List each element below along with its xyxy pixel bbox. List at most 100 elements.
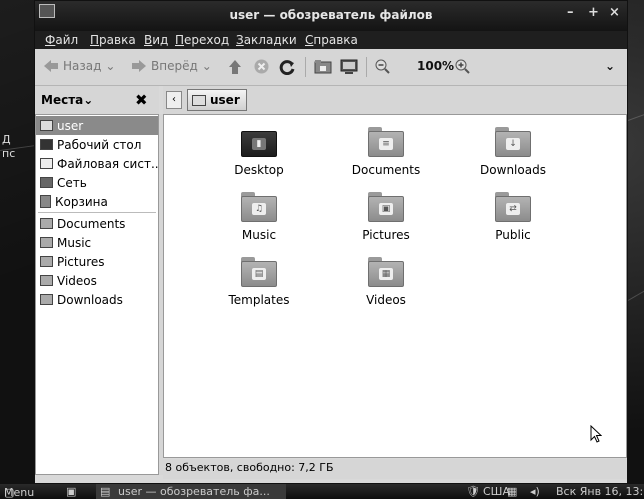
network-tray-icon[interactable]: ▦ bbox=[507, 485, 517, 498]
sidebar-separator bbox=[38, 212, 156, 213]
menu-edit[interactable]: Правка bbox=[90, 33, 136, 47]
folder-icon bbox=[40, 218, 53, 229]
taskbar: ▢ Menu ▣ ▤ user — обозреватель фа... 🛡 С… bbox=[0, 484, 644, 499]
file-item-label: Downloads bbox=[480, 163, 546, 177]
reload-button[interactable] bbox=[279, 59, 295, 75]
sidebar-item-label: Music bbox=[57, 235, 92, 250]
file-item-label: Music bbox=[241, 228, 277, 242]
menu-bar: Файл Правка Вид Переход Закладки Справка bbox=[35, 31, 627, 49]
file-item-downloads[interactable]: ↓ Downloads bbox=[458, 127, 568, 177]
file-manager-window: user — обозреватель файлов – + × Файл Пр… bbox=[34, 0, 628, 484]
back-arrow-icon bbox=[44, 60, 58, 72]
file-item-label: Templates bbox=[228, 293, 290, 307]
videos-folder-icon: ▦ bbox=[368, 257, 404, 287]
desktop-icon-label[interactable]: Д bbox=[2, 133, 11, 146]
menu-bookmarks[interactable]: Закладки bbox=[236, 33, 297, 47]
sidebar-item-label: Documents bbox=[57, 216, 126, 231]
chevron-down-icon[interactable]: ⌄ bbox=[105, 59, 115, 73]
sidebar-item-filesystem[interactable]: Файловая сист... bbox=[36, 154, 158, 173]
home-button[interactable] bbox=[314, 59, 332, 74]
file-item-public[interactable]: ⇄ Public bbox=[458, 192, 568, 242]
reload-icon bbox=[279, 60, 295, 75]
home-icon bbox=[40, 120, 53, 131]
music-folder-icon: ♫ bbox=[241, 192, 277, 222]
file-item-documents[interactable]: ≡ Documents bbox=[331, 127, 441, 177]
places-label: Места bbox=[41, 93, 84, 107]
path-button-label: user bbox=[210, 93, 240, 107]
file-item-videos[interactable]: ▦ Videos bbox=[331, 257, 441, 307]
menu-help[interactable]: Справка bbox=[305, 33, 358, 47]
show-desktop-icon[interactable]: ▣ bbox=[66, 485, 76, 498]
toolbar-separator bbox=[305, 57, 306, 77]
sidebar-item-network[interactable]: Сеть bbox=[36, 173, 158, 192]
templates-folder-icon: ▤ bbox=[241, 257, 277, 287]
forward-button[interactable]: Вперёд ⌄ bbox=[131, 59, 212, 73]
sidebar-item-user[interactable]: user bbox=[36, 116, 158, 135]
menu-view[interactable]: Вид bbox=[144, 33, 168, 47]
toolbar: Назад ⌄ Вперёд ⌄ 100% ⌄ bbox=[35, 49, 627, 86]
sidebar-item-videos[interactable]: Videos bbox=[36, 271, 158, 290]
sidebar-item-downloads[interactable]: Downloads bbox=[36, 290, 158, 309]
sidebar-item-documents[interactable]: Documents bbox=[36, 214, 158, 233]
home-folder-icon bbox=[314, 60, 332, 74]
toolbar-separator bbox=[366, 57, 367, 77]
stop-button[interactable] bbox=[254, 59, 269, 74]
folder-icon bbox=[40, 256, 53, 267]
file-item-templates[interactable]: ▤ Templates bbox=[204, 257, 314, 307]
chevron-down-icon[interactable]: ⌄ bbox=[202, 59, 212, 73]
folder-icon bbox=[40, 237, 53, 248]
title-bar[interactable]: user — обозреватель файлов – + × bbox=[35, 1, 627, 31]
taskbar-window-button[interactable]: ▤ user — обозреватель фа... bbox=[96, 484, 286, 499]
filesystem-icon bbox=[40, 158, 53, 169]
file-item-label: Videos bbox=[366, 293, 406, 307]
zoom-out-icon bbox=[375, 59, 390, 74]
back-button[interactable]: Назад ⌄ bbox=[43, 59, 115, 73]
sidebar-item-desktop[interactable]: Рабочий стол bbox=[36, 135, 158, 154]
chevron-down-icon: ⌄ bbox=[83, 93, 94, 107]
clock[interactable]: Вск Янв 16, 13: bbox=[556, 485, 643, 498]
path-scroll-left-icon[interactable]: ‹ bbox=[166, 91, 182, 109]
file-item-label: Documents bbox=[351, 163, 421, 177]
up-button[interactable] bbox=[228, 59, 242, 75]
taskbar-menu-label: Menu bbox=[4, 486, 35, 499]
sidebar-item-pictures[interactable]: Pictures bbox=[36, 252, 158, 271]
desktop-folder-icon: ▮ bbox=[241, 127, 277, 157]
file-item-pictures[interactable]: ▣ Pictures bbox=[331, 192, 441, 242]
zoom-level: 100% bbox=[417, 59, 455, 73]
file-view[interactable]: ▮ Desktop ≡ Documents ↓ Downloads ♫ Musi… bbox=[163, 114, 627, 458]
places-dropdown[interactable]: Места⌄ bbox=[41, 93, 93, 107]
file-item-label: Desktop bbox=[234, 163, 284, 177]
desktop-icon-label[interactable]: пс bbox=[2, 147, 15, 160]
sidebar-item-label: Pictures bbox=[57, 254, 105, 269]
maximize-button[interactable]: + bbox=[588, 5, 599, 20]
home-folder-icon bbox=[192, 94, 206, 106]
zoom-in-button[interactable] bbox=[455, 59, 470, 74]
file-item-desktop[interactable]: ▮ Desktop bbox=[204, 127, 314, 177]
file-item-music[interactable]: ♫ Music bbox=[204, 192, 314, 242]
zoom-out-button[interactable] bbox=[375, 59, 390, 74]
window-icon: ▤ bbox=[100, 485, 111, 498]
status-bar: 8 объектов, свободно: 7,2 ГБ bbox=[163, 459, 627, 479]
menu-file[interactable]: Файл bbox=[45, 33, 78, 47]
security-shield-icon[interactable]: 🛡 bbox=[466, 485, 480, 498]
volume-icon[interactable]: ◂) bbox=[530, 485, 540, 498]
path-bar: ‹ user bbox=[163, 86, 627, 114]
sidebar-item-label: Videos bbox=[57, 273, 97, 288]
close-button[interactable]: × bbox=[609, 5, 620, 20]
computer-button[interactable] bbox=[340, 59, 358, 75]
path-button-user[interactable]: user bbox=[187, 89, 247, 111]
trash-icon bbox=[40, 195, 51, 208]
sidebar-item-music[interactable]: Music bbox=[36, 233, 158, 252]
file-item-label: Public bbox=[495, 228, 531, 242]
keyboard-layout[interactable]: США bbox=[483, 485, 510, 498]
menu-go[interactable]: Переход bbox=[175, 33, 229, 47]
toolbar-overflow-chevron-icon[interactable]: ⌄ bbox=[605, 59, 615, 73]
minimize-button[interactable]: – bbox=[567, 5, 574, 20]
sidebar-item-label: Корзина bbox=[55, 194, 108, 209]
desktop-icon bbox=[40, 139, 53, 150]
sidebar-item-trash[interactable]: Корзина bbox=[36, 192, 158, 211]
downloads-folder-icon: ↓ bbox=[495, 127, 531, 157]
places-sidebar: user Рабочий стол Файловая сист... Сеть … bbox=[35, 114, 159, 475]
up-arrow-icon bbox=[229, 60, 241, 74]
close-sidebar-icon[interactable]: ✖ bbox=[135, 91, 148, 109]
